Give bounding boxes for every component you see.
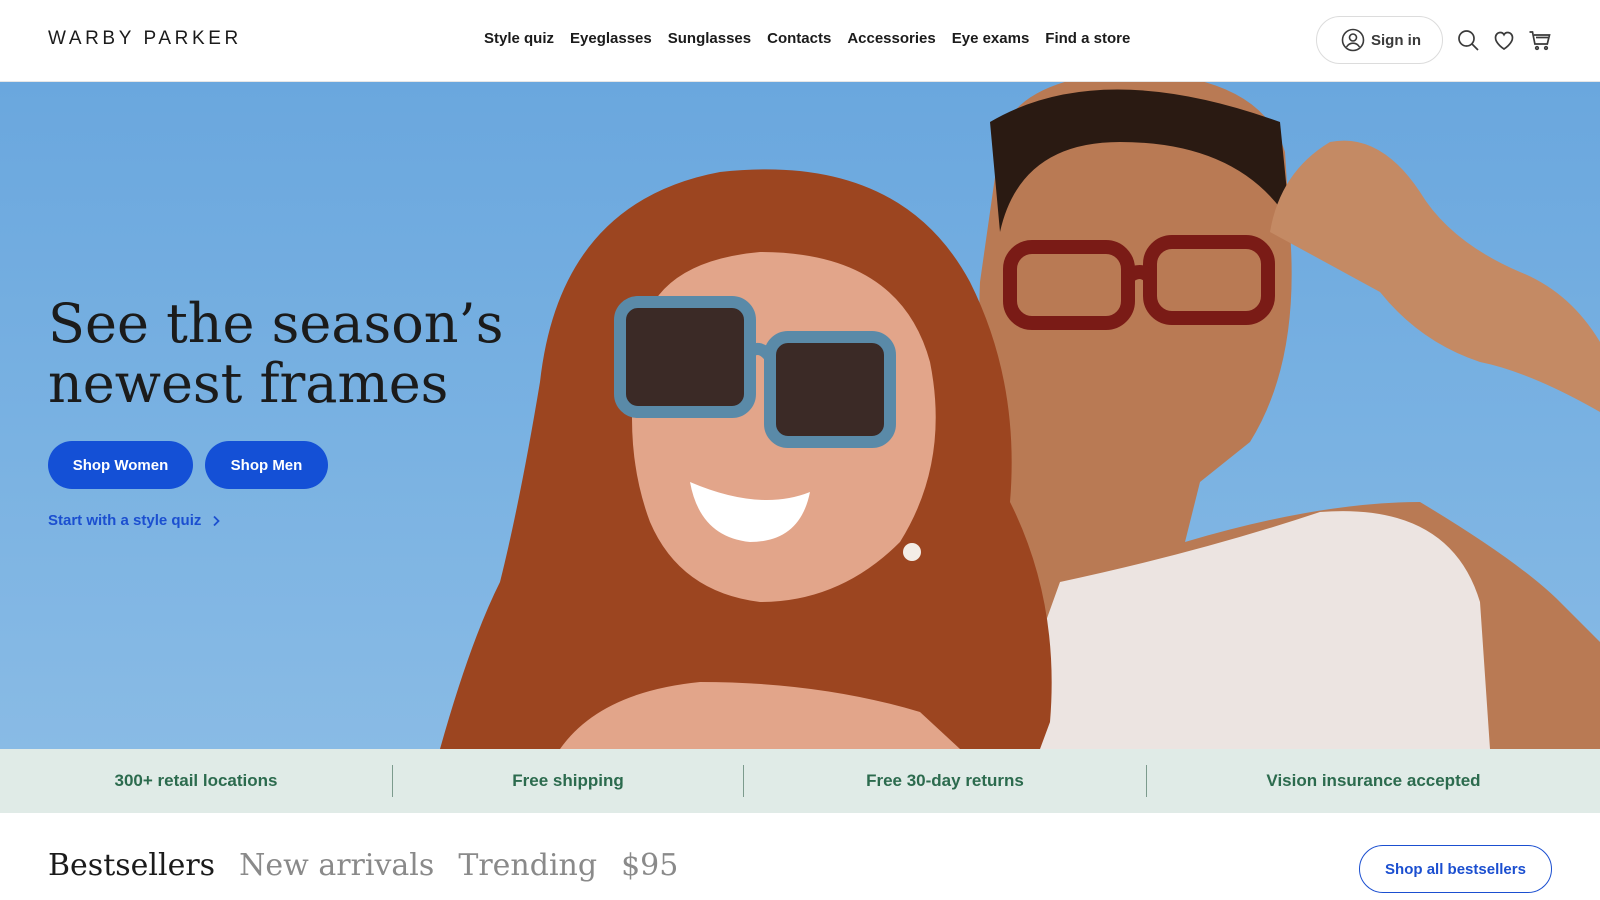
perks-bar: 300+ retail locations Free shipping Free… [0, 749, 1600, 813]
user-icon [1341, 28, 1365, 52]
chevron-right-icon [213, 515, 221, 526]
tab-new-arrivals[interactable]: New arrivals [239, 848, 434, 883]
hero-photo [440, 82, 1600, 749]
nav-item-contacts[interactable]: Contacts [767, 30, 831, 47]
nav-item-eyeglasses[interactable]: Eyeglasses [570, 30, 652, 47]
man-hand [1270, 140, 1600, 413]
nav-item-style-quiz[interactable]: Style quiz [484, 30, 554, 47]
search-icon[interactable] [1456, 28, 1480, 52]
sign-in-label: Sign in [1371, 31, 1421, 49]
site-header: WARBY PARKER Style quiz Eyeglasses Sungl… [0, 0, 1600, 82]
cart-icon[interactable] [1528, 28, 1552, 52]
tab-bestsellers[interactable]: Bestsellers [48, 848, 215, 883]
nav-item-find-a-store[interactable]: Find a store [1045, 30, 1130, 47]
style-quiz-link[interactable]: Start with a style quiz [48, 512, 221, 529]
hero-title: See the season’s newest frames [48, 292, 504, 415]
perk-vision-insurance: Vision insurance accepted [1266, 771, 1481, 790]
tab-trending[interactable]: Trending [458, 848, 597, 883]
tab-95[interactable]: $95 [621, 848, 678, 883]
style-quiz-link-label: Start with a style quiz [48, 512, 202, 529]
main-nav: Style quiz Eyeglasses Sunglasses Contact… [484, 30, 1130, 47]
perk-free-shipping: Free shipping [512, 771, 624, 790]
shop-men-button[interactable]: Shop Men [205, 441, 328, 489]
perk-free-returns: Free 30-day returns [866, 771, 1024, 790]
heart-icon[interactable] [1492, 28, 1516, 52]
product-tabs: Bestsellers New arrivals Trending $95 [48, 848, 678, 883]
nav-item-accessories[interactable]: Accessories [847, 30, 935, 47]
shop-all-bestsellers-button[interactable]: Shop all bestsellers [1359, 845, 1552, 893]
sign-in-button[interactable]: Sign in [1316, 16, 1443, 64]
nav-item-sunglasses[interactable]: Sunglasses [668, 30, 751, 47]
shop-women-button[interactable]: Shop Women [48, 441, 193, 489]
woman-earring [903, 543, 921, 561]
perk-retail-locations: 300+ retail locations [114, 771, 278, 790]
brand-logo[interactable]: WARBY PARKER [48, 28, 242, 50]
hero-banner: See the season’s newest frames Shop Wome… [0, 82, 1600, 749]
nav-item-eye-exams[interactable]: Eye exams [952, 30, 1030, 47]
